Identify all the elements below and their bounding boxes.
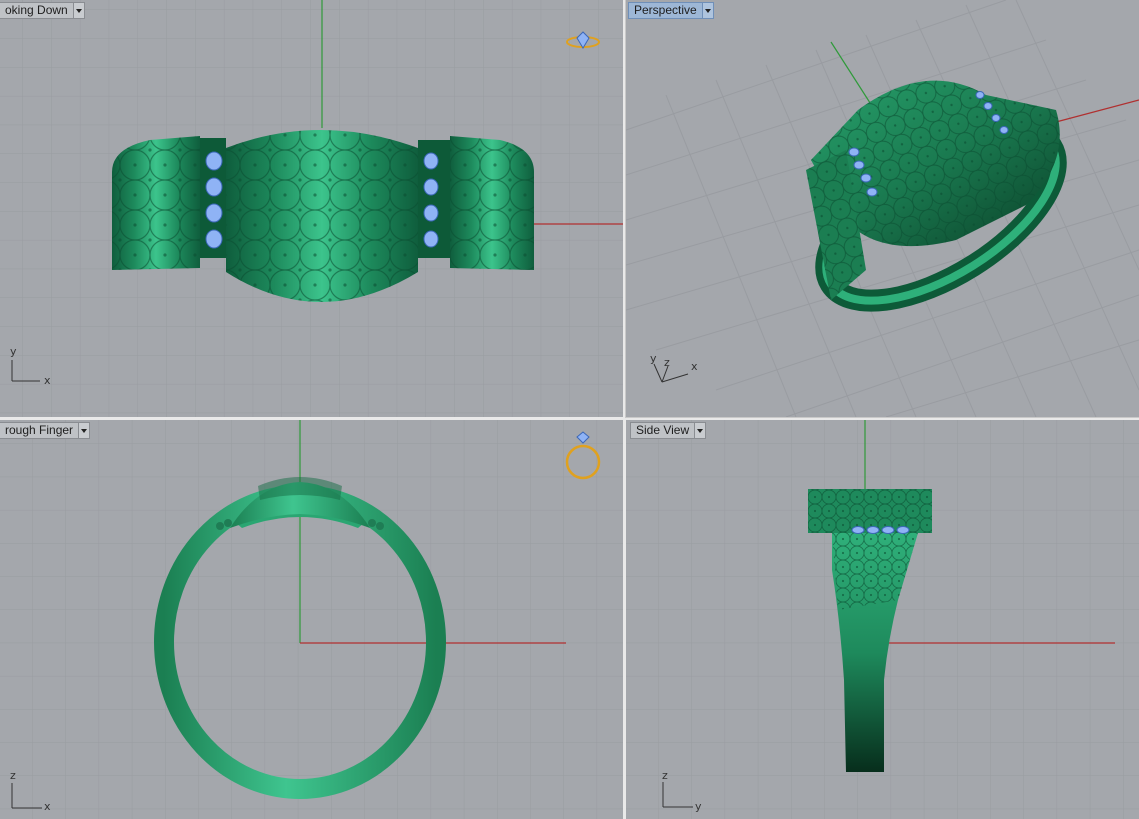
axis-label-x: x	[44, 374, 51, 387]
viewport-title-label[interactable]: Perspective	[629, 3, 702, 18]
chevron-down-icon[interactable]	[72, 3, 84, 18]
axis-label-x: x	[44, 800, 51, 813]
axis-label-z: z	[10, 769, 16, 782]
viewport-side-canvas[interactable]	[626, 420, 1139, 819]
axis-label-x: x	[691, 360, 698, 373]
axis-label-z: z	[662, 769, 668, 782]
viewport-title-label[interactable]: oking Down	[0, 3, 73, 18]
viewport-side[interactable]: z y Side View	[626, 420, 1139, 819]
chevron-down-icon[interactable]	[78, 423, 90, 438]
axis-label-z: z	[664, 356, 670, 369]
viewport-title-label[interactable]: rough Finger	[0, 423, 78, 438]
chevron-down-icon[interactable]	[694, 423, 706, 438]
viewport-title-side[interactable]: Side View	[630, 422, 707, 439]
viewport-top[interactable]: y x oking Down	[0, 0, 623, 417]
axis-label-y: y	[10, 345, 17, 358]
viewport-title-label[interactable]: Side View	[631, 423, 694, 438]
viewport-title-front[interactable]: rough Finger	[0, 422, 91, 439]
viewport-front[interactable]: z x rough Finger	[0, 420, 623, 819]
axis-label-y: y	[650, 352, 657, 365]
viewport-perspective[interactable]: y z x Perspective	[625, 0, 1139, 418]
viewport-title-perspective[interactable]: Perspective	[628, 2, 714, 19]
viewport-perspective-canvas[interactable]	[626, 0, 1139, 417]
chevron-down-icon[interactable]	[701, 3, 713, 18]
viewport-front-canvas[interactable]	[0, 420, 623, 819]
viewport-title-top[interactable]: oking Down	[0, 2, 85, 19]
axis-label-y: y	[695, 800, 702, 813]
viewport-top-canvas[interactable]	[0, 0, 623, 417]
